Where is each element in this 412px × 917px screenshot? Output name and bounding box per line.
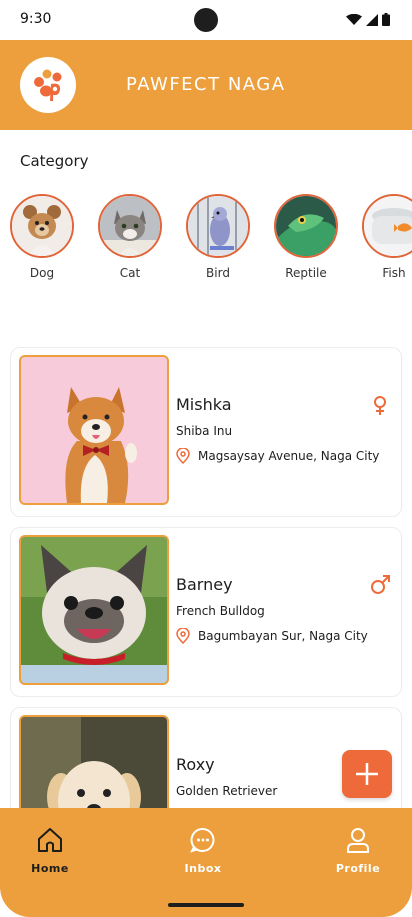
category-item-reptile[interactable]: Reptile: [274, 194, 338, 280]
home-icon: [38, 828, 62, 852]
pet-photo: [19, 535, 169, 685]
pet-location: Bagumbayan Sur, Naga City: [176, 628, 368, 644]
nav-profile-label: Profile: [335, 862, 381, 875]
battery-icon: [382, 13, 390, 26]
category-label: Dog: [29, 266, 55, 280]
pet-name: Roxy: [176, 755, 215, 774]
category-item-fish[interactable]: Fish: [362, 194, 412, 280]
bottom-nav: Home Inbox Profile: [0, 808, 412, 917]
category-heading: Category: [20, 152, 89, 170]
nav-home-label: Home: [31, 862, 69, 875]
app-header: PAWFECT NAGA: [0, 40, 412, 130]
pet-breed: Shiba Inu: [176, 424, 233, 438]
category-item-bird[interactable]: Bird: [186, 194, 250, 280]
female-icon: [374, 396, 386, 415]
category-label: Reptile: [285, 266, 327, 280]
nav-profile[interactable]: Profile: [318, 826, 398, 875]
bird-photo: [186, 194, 250, 258]
location-pin-icon: [176, 628, 190, 644]
location-pin-icon: [176, 448, 190, 464]
nav-inbox[interactable]: Inbox: [163, 826, 243, 875]
pet-name: Barney: [176, 575, 233, 594]
status-time: 9:30: [20, 11, 52, 27]
status-icons: [346, 13, 390, 26]
chat-icon: [190, 827, 215, 853]
category-label: Bird: [206, 266, 230, 280]
home-indicator: [168, 903, 244, 907]
category-label: Cat: [119, 266, 141, 280]
camera-cutout: [194, 8, 218, 32]
category-item-dog[interactable]: Dog: [10, 194, 74, 280]
pet-breed: French Bulldog: [176, 604, 265, 618]
male-icon: [371, 575, 390, 594]
paw-logo-icon[interactable]: [20, 57, 76, 113]
nav-inbox-label: Inbox: [184, 862, 222, 875]
signal-icon: [366, 13, 378, 26]
reptile-photo: [274, 194, 338, 258]
pet-location-text: Bagumbayan Sur, Naga City: [198, 629, 368, 643]
nav-home[interactable]: Home: [10, 826, 90, 875]
plus-icon: [356, 763, 378, 785]
dog-photo: [10, 194, 74, 258]
category-item-cat[interactable]: Cat: [98, 194, 162, 280]
pet-breed: Golden Retriever: [176, 784, 278, 798]
wifi-icon: [346, 13, 362, 25]
pet-card[interactable]: Mishka Shiba Inu Magsaysay Avenue, Naga …: [10, 347, 402, 517]
user-icon: [347, 828, 369, 853]
pet-name: Mishka: [176, 395, 232, 414]
status-bar: 9:30: [0, 0, 412, 40]
pet-location-text: Magsaysay Avenue, Naga City: [198, 449, 380, 463]
pet-photo: [19, 355, 169, 505]
app-title: PAWFECT NAGA: [126, 74, 286, 95]
fish-photo: [362, 194, 412, 258]
cat-photo: [98, 194, 162, 258]
pet-location: Magsaysay Avenue, Naga City: [176, 448, 379, 464]
category-label: Fish: [382, 266, 406, 280]
add-pet-button[interactable]: [342, 750, 392, 798]
pet-card[interactable]: Barney French Bulldog Bagumbayan Sur, Na…: [10, 527, 402, 697]
